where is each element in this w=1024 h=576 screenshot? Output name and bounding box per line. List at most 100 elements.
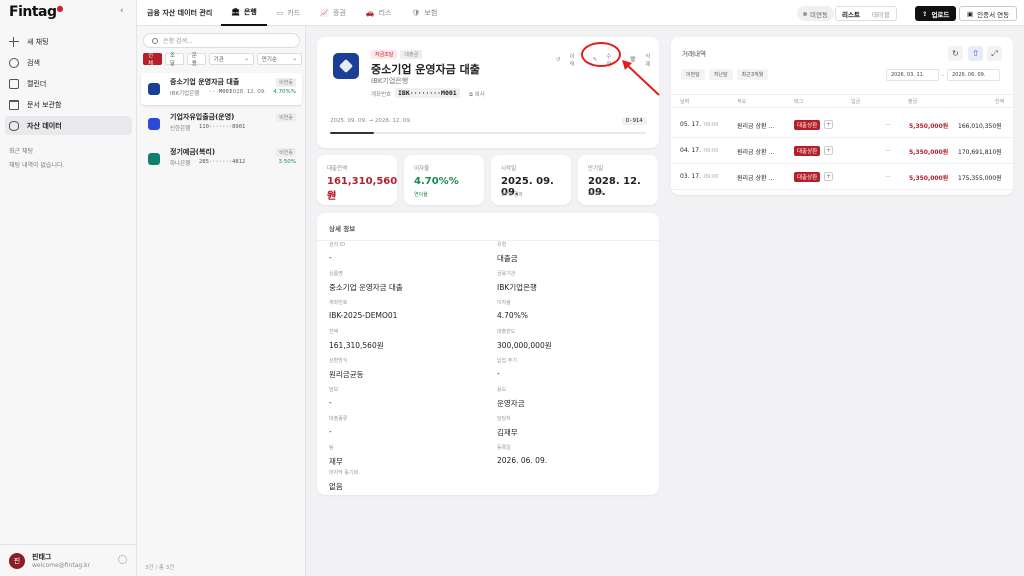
detail-field: 대출종류 -	[329, 416, 348, 436]
app-logo[interactable]: Fintag●	[9, 4, 64, 20]
filter-bar: 전체 조달 운용 기관 ⌄ 만기순 ⌄	[143, 53, 305, 67]
status-dot-icon	[803, 11, 807, 16]
sidebar-item-asset-data[interactable]: 자산 데이터	[5, 116, 132, 135]
sort-select[interactable]: 만기순 ⌄	[256, 53, 302, 65]
transactions-title: 거래내역	[682, 50, 706, 58]
detail-field: 잔액 161,310,560원	[329, 329, 384, 350]
account-item[interactable]: 정기예금(복리) 하나은행 285·······4812 비연동 3.50%	[141, 143, 302, 175]
add-tag-button[interactable]: +	[824, 146, 833, 155]
detail-field: 담당자 김재무	[497, 416, 518, 437]
filter-operation[interactable]: 운용	[186, 53, 206, 67]
range-last-month[interactable]: 지난달	[708, 69, 733, 80]
date-from-input[interactable]: 2026. 03. 11.	[886, 69, 939, 81]
car-icon: 🚗	[365, 9, 375, 17]
sidebar-item-calendar[interactable]: 캘린더	[5, 74, 132, 93]
settings-gear-icon[interactable]	[118, 555, 127, 564]
table-row[interactable]: 05. 17. 09:00 원리금 상환 ... 대출상환 + — 5,350,…	[671, 112, 1013, 138]
detail-field: 대출한도 300,000,000원	[497, 329, 552, 350]
detail-field: 관리 ID -	[329, 242, 346, 262]
upload-icon: ⇪	[922, 9, 928, 18]
quick-range: 이번달 지난달 최근3개월	[681, 69, 772, 80]
shield-icon: 🛡	[411, 9, 421, 17]
folder-icon	[9, 99, 19, 110]
stat-start-card: 시작일 2025. 09. 09. 23% 경과	[491, 155, 571, 205]
type-badge: 대출금	[400, 50, 423, 59]
add-tag-button[interactable]: +	[824, 172, 833, 181]
user-profile[interactable]: 핀 핀태그 welcome@fintag.kr	[0, 544, 137, 576]
date-to-input[interactable]: 2026. 06. 09.	[947, 69, 1000, 81]
status-badge: 비연동	[276, 148, 296, 157]
detail-field: 상환방식 원리금균등	[329, 358, 364, 379]
history-button[interactable]: ↺ 이력	[556, 52, 584, 68]
bank-logo-icon	[148, 83, 160, 95]
detail-field: 납입 주기 -	[497, 358, 517, 378]
category-badge: 자금조달	[371, 50, 398, 59]
status-badge: 비연동	[276, 113, 296, 122]
expand-icon[interactable]: ⤢	[987, 46, 1002, 61]
copy-button[interactable]: ⧉ 복사	[469, 90, 485, 99]
range-3-months[interactable]: 최근3개월	[736, 69, 769, 80]
collapse-sidebar-button[interactable]: ‹	[120, 6, 124, 16]
account-name: 중소기업 운영자금 대출	[371, 63, 480, 76]
upload-button[interactable]: ⇪ 업로드	[915, 6, 957, 21]
database-icon	[9, 120, 19, 131]
list-count: 3건 / 총 3건	[145, 565, 175, 571]
detail-field: 이자율 4.70%%	[497, 300, 528, 320]
filter-funding[interactable]: 조달	[164, 53, 184, 67]
plus-icon	[9, 36, 19, 47]
bank-name: IBK기업은행	[371, 77, 409, 85]
stat-maturity-card: 만기일 2028. 12. 09. D-914	[578, 155, 658, 205]
detail-field: 담보 -	[329, 387, 339, 407]
search-icon	[9, 57, 19, 68]
card-icon: ▭	[276, 9, 284, 17]
tab-securities[interactable]: 📈 증권	[310, 0, 356, 26]
calendar-icon	[9, 78, 19, 89]
detail-field: 팀 재무	[329, 445, 343, 466]
account-number: IBK········M001	[395, 88, 460, 98]
recent-chats-title: 최근 채팅	[9, 148, 33, 155]
transactions-card: 거래내역 ↻ ⇧ ⤢ 이번달 지난달 최근3개월 2026. 03. 11. -…	[671, 37, 1013, 195]
table-row[interactable]: 03. 17. 09:00 원리금 상환 ... 대출상환 + — 5,350,…	[671, 164, 1013, 190]
tab-lease[interactable]: 🚗 리스	[356, 0, 402, 26]
refresh-icon[interactable]: ↻	[948, 46, 963, 61]
view-table-button[interactable]: 테이블	[866, 7, 896, 20]
tag-badge: 대출상환	[794, 146, 821, 156]
bank-logo-icon	[333, 53, 359, 79]
tab-bank[interactable]: 🏛 은행	[221, 0, 267, 26]
upload-icon[interactable]: ⇧	[968, 46, 983, 61]
asset-tabs: 🏛 은행 ▭ 카드 📈 증권 🚗 리스 🛡 보험	[221, 0, 447, 26]
sidebar-item-documents[interactable]: 문서 보관함	[5, 95, 132, 114]
history-icon: ↺	[556, 57, 561, 63]
sidebar-nav: 새 채팅 검색 캘린더 문서 보관함 자산 데이터	[5, 32, 132, 137]
account-list-panel: 은행 검색... 전체 조달 운용 기관 ⌄ 만기순 ⌄ 중소기업 운영자금 대출 …	[137, 26, 306, 576]
dday-badge: D-914	[622, 117, 647, 125]
table-row[interactable]: 04. 17. 09:00 원리금 상환 ... 대출상환 + — 5,350,…	[671, 138, 1013, 164]
user-email: welcome@fintag.kr	[32, 562, 91, 569]
chevron-down-icon: ⌄	[292, 56, 297, 62]
account-header-card: 자금조달 대출금 중소기업 운영자금 대출 IBK기업은행 계좌번호 IBK··…	[317, 37, 659, 148]
progress-fill	[330, 132, 375, 134]
account-number-label: 계좌번호	[371, 92, 392, 98]
bank-logo-icon	[148, 118, 160, 130]
range-this-month[interactable]: 이번달	[681, 69, 705, 80]
detail-title: 상세 정보	[329, 225, 356, 233]
certificate-icon: ▣	[967, 9, 974, 18]
account-item[interactable]: 중소기업 운영자금 대출 IBK기업은행 ···M001 비연동 2028. 1…	[141, 73, 302, 105]
institution-select[interactable]: 기관 ⌄	[208, 53, 254, 65]
sidebar-item-new-chat[interactable]: 새 채팅	[5, 32, 132, 51]
detail-field: 계좌번호 IBK-2025-DEMO01	[329, 300, 398, 320]
tab-card[interactable]: ▭ 카드	[267, 0, 311, 26]
chart-icon: 📈	[320, 9, 330, 17]
detail-field: 마지막 동기화 없음	[329, 470, 359, 491]
account-item[interactable]: 기업자유입출금(운영) 신한은행 110·······8901 비연동	[141, 108, 302, 140]
sidebar: Fintag● ‹ 새 채팅 검색 캘린더 문서 보관함 자산 데이터 최근 채…	[0, 0, 137, 576]
cert-link-button[interactable]: ▣ 인증서 연동	[959, 6, 1018, 21]
bank-search-input[interactable]: 은행 검색...	[143, 33, 300, 48]
view-list-button[interactable]: 리스트	[836, 7, 866, 20]
tab-insurance[interactable]: 🛡 보험	[402, 0, 448, 26]
sidebar-item-search[interactable]: 검색	[5, 53, 132, 72]
filter-all[interactable]: 전체	[143, 53, 162, 67]
add-tag-button[interactable]: +	[824, 120, 833, 129]
search-icon	[152, 37, 158, 44]
stat-rate-card: 이자율 4.70%% 연이율	[404, 155, 484, 205]
